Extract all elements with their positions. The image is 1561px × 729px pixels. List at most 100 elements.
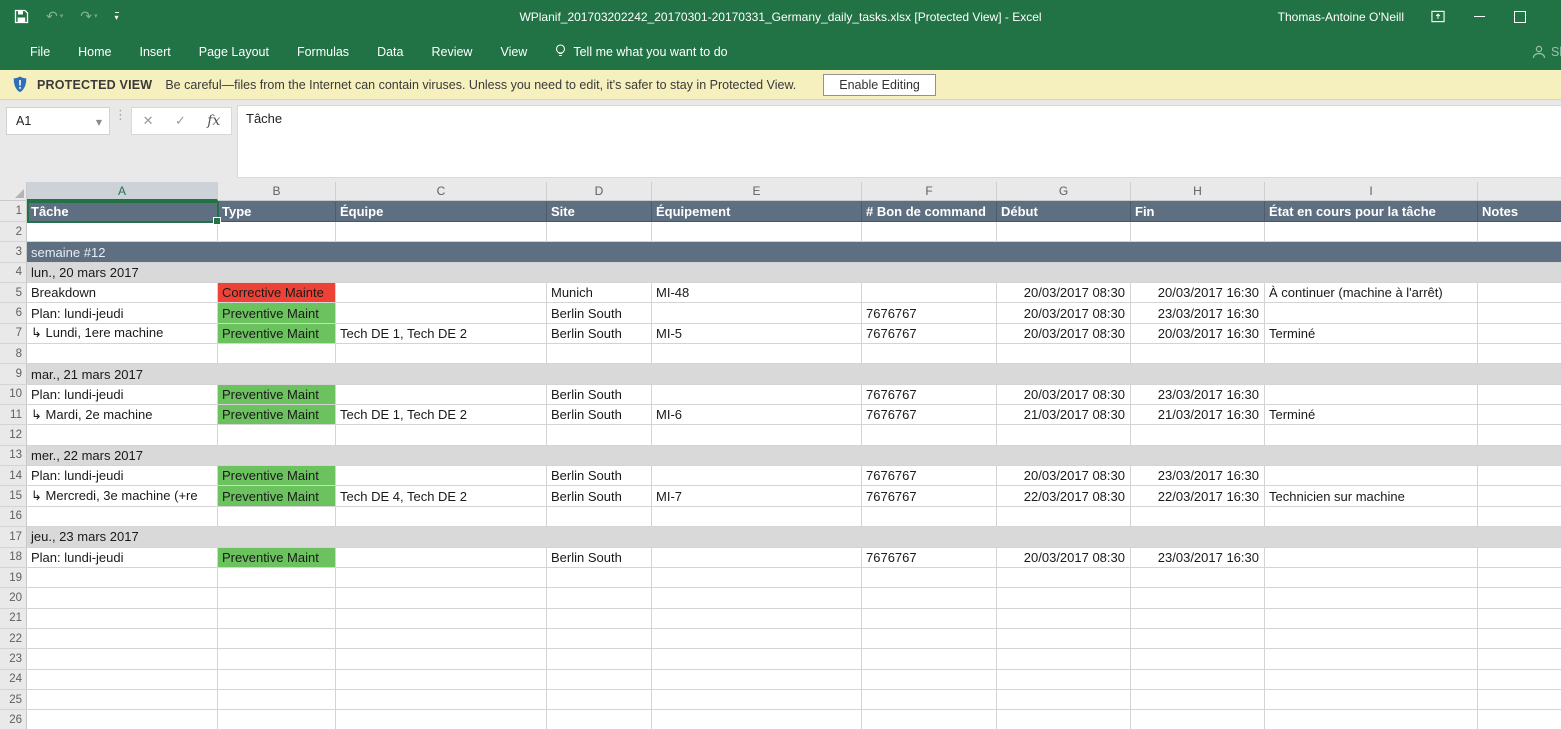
cell-F1[interactable]: # Bon de command xyxy=(862,201,997,222)
cell-A6[interactable]: Plan: lundi-jeudi xyxy=(27,303,218,323)
cell-C11[interactable]: Tech DE 1, Tech DE 2 xyxy=(336,405,547,425)
redo-icon[interactable]: ↷▾ xyxy=(80,10,97,24)
cell-G14[interactable]: 20/03/2017 08:30 xyxy=(997,466,1131,486)
cell-A24[interactable] xyxy=(27,670,218,690)
cell-D16[interactable] xyxy=(547,507,652,527)
cell-J25[interactable] xyxy=(1478,690,1561,710)
cell-E21[interactable] xyxy=(652,609,862,629)
row-header-10[interactable]: 10 xyxy=(0,385,27,405)
cell-A12[interactable] xyxy=(27,425,218,445)
row-header-13[interactable]: 13 xyxy=(0,446,27,466)
ribbon-display-options-icon[interactable] xyxy=(1431,10,1445,24)
row-header-24[interactable]: 24 xyxy=(0,670,27,690)
cell-F14[interactable]: 7676767 xyxy=(862,466,997,486)
cell-E20[interactable] xyxy=(652,588,862,608)
column-header-D[interactable]: D xyxy=(547,182,652,201)
cell-F5[interactable] xyxy=(862,283,997,303)
cell-I22[interactable] xyxy=(1265,629,1478,649)
row-header-3[interactable]: 3 xyxy=(0,242,27,262)
cell-A9[interactable]: mar., 21 mars 2017 xyxy=(27,364,1561,384)
cell-B23[interactable] xyxy=(218,649,336,669)
cell-C16[interactable] xyxy=(336,507,547,527)
cell-A17[interactable]: jeu., 23 mars 2017 xyxy=(27,527,1561,547)
cell-C23[interactable] xyxy=(336,649,547,669)
cell-E11[interactable]: MI-6 xyxy=(652,405,862,425)
cell-G8[interactable] xyxy=(997,344,1131,364)
cell-H23[interactable] xyxy=(1131,649,1265,669)
cell-F26[interactable] xyxy=(862,710,997,729)
cell-G19[interactable] xyxy=(997,568,1131,588)
cell-E26[interactable] xyxy=(652,710,862,729)
cell-C20[interactable] xyxy=(336,588,547,608)
cell-B2[interactable] xyxy=(218,222,336,242)
tab-formulas[interactable]: Formulas xyxy=(283,33,363,70)
cell-D2[interactable] xyxy=(547,222,652,242)
cell-H11[interactable]: 21/03/2017 16:30 xyxy=(1131,405,1265,425)
row-header-14[interactable]: 14 xyxy=(0,466,27,486)
cell-G15[interactable]: 22/03/2017 08:30 xyxy=(997,486,1131,506)
cell-C25[interactable] xyxy=(336,690,547,710)
cell-A7[interactable]: ↳ Lundi, 1ere machine xyxy=(27,324,218,344)
cell-E1[interactable]: Équipement xyxy=(652,201,862,222)
cell-J5[interactable] xyxy=(1478,283,1561,303)
cell-C14[interactable] xyxy=(336,466,547,486)
cell-G1[interactable]: Début xyxy=(997,201,1131,222)
column-header-J[interactable]: J xyxy=(1478,182,1561,201)
cell-I25[interactable] xyxy=(1265,690,1478,710)
row-header-17[interactable]: 17 xyxy=(0,527,27,547)
cell-J7[interactable] xyxy=(1478,324,1561,344)
cell-I20[interactable] xyxy=(1265,588,1478,608)
cell-D19[interactable] xyxy=(547,568,652,588)
cell-F16[interactable] xyxy=(862,507,997,527)
cell-J18[interactable] xyxy=(1478,548,1561,568)
cell-I11[interactable]: Terminé xyxy=(1265,405,1478,425)
cell-F18[interactable]: 7676767 xyxy=(862,548,997,568)
cell-I14[interactable] xyxy=(1265,466,1478,486)
cell-F21[interactable] xyxy=(862,609,997,629)
cell-I10[interactable] xyxy=(1265,385,1478,405)
cell-G23[interactable] xyxy=(997,649,1131,669)
cell-F19[interactable] xyxy=(862,568,997,588)
cell-H15[interactable]: 22/03/2017 16:30 xyxy=(1131,486,1265,506)
cell-F24[interactable] xyxy=(862,670,997,690)
row-header-26[interactable]: 26 xyxy=(0,710,27,729)
cell-H16[interactable] xyxy=(1131,507,1265,527)
cell-E10[interactable] xyxy=(652,385,862,405)
cell-D20[interactable] xyxy=(547,588,652,608)
cell-E15[interactable]: MI-7 xyxy=(652,486,862,506)
cell-I19[interactable] xyxy=(1265,568,1478,588)
cell-B10[interactable]: Preventive Maint xyxy=(218,385,336,405)
tell-me-box[interactable]: Tell me what you want to do xyxy=(541,44,741,59)
cell-A10[interactable]: Plan: lundi-jeudi xyxy=(27,385,218,405)
cell-D14[interactable]: Berlin South xyxy=(547,466,652,486)
cell-G7[interactable]: 20/03/2017 08:30 xyxy=(997,324,1131,344)
cell-H22[interactable] xyxy=(1131,629,1265,649)
cell-D12[interactable] xyxy=(547,425,652,445)
cell-D8[interactable] xyxy=(547,344,652,364)
cell-A16[interactable] xyxy=(27,507,218,527)
cell-J21[interactable] xyxy=(1478,609,1561,629)
cell-H24[interactable] xyxy=(1131,670,1265,690)
cell-D18[interactable]: Berlin South xyxy=(547,548,652,568)
cell-A15[interactable]: ↳ Mercredi, 3e machine (+re xyxy=(27,486,218,506)
cell-G20[interactable] xyxy=(997,588,1131,608)
column-header-A[interactable]: A xyxy=(27,182,218,201)
cell-C1[interactable]: Équipe xyxy=(336,201,547,222)
cell-H10[interactable]: 23/03/2017 16:30 xyxy=(1131,385,1265,405)
name-box-dropdown-icon[interactable]: ▼ xyxy=(96,118,102,127)
cell-A18[interactable]: Plan: lundi-jeudi xyxy=(27,548,218,568)
undo-icon[interactable]: ↶▾ xyxy=(46,10,63,24)
cell-B15[interactable]: Preventive Maint xyxy=(218,486,336,506)
cell-F20[interactable] xyxy=(862,588,997,608)
cell-J16[interactable] xyxy=(1478,507,1561,527)
cell-I6[interactable] xyxy=(1265,303,1478,323)
cell-J10[interactable] xyxy=(1478,385,1561,405)
column-header-F[interactable]: F xyxy=(862,182,997,201)
cell-H26[interactable] xyxy=(1131,710,1265,729)
cell-E5[interactable]: MI-48 xyxy=(652,283,862,303)
cell-A11[interactable]: ↳ Mardi, 2e machine xyxy=(27,405,218,425)
cell-J12[interactable] xyxy=(1478,425,1561,445)
tab-home[interactable]: Home xyxy=(64,33,125,70)
row-header-21[interactable]: 21 xyxy=(0,609,27,629)
cell-C26[interactable] xyxy=(336,710,547,729)
